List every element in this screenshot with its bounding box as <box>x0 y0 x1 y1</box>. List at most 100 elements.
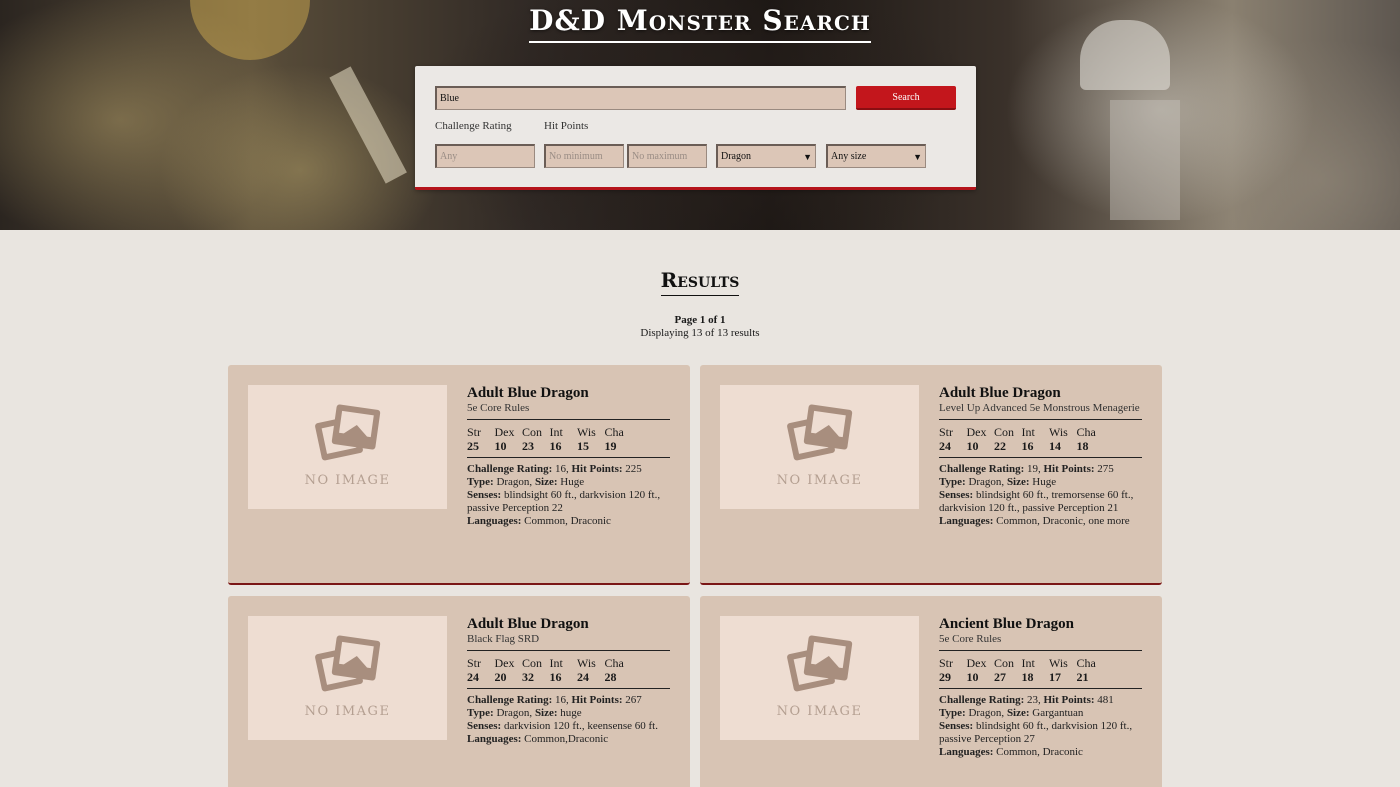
senses-label: Senses: <box>939 720 974 732</box>
type-size-line: Type: Dragon, Size: huge <box>467 707 670 720</box>
type-selected-value: Dragon <box>721 151 751 162</box>
stat-name: Wis <box>577 425 596 439</box>
hp-label: Hit Points: <box>1043 463 1095 475</box>
hp-max-placeholder: No maximum <box>632 151 688 162</box>
stat-name: Cha <box>604 656 624 670</box>
stat-block: Int 16 <box>1022 425 1050 453</box>
divider <box>467 457 670 458</box>
monster-details: Challenge Rating: 19, Hit Points: 275 Typ… <box>939 463 1142 528</box>
hero-art-detail <box>1110 100 1180 220</box>
stat-value: 32 <box>522 670 534 684</box>
stat-value: 16 <box>549 670 562 684</box>
languages-label: Languages: <box>939 515 994 527</box>
monster-card[interactable]: NO IMAGE Adult Blue Dragon Level Up Advanc… <box>700 365 1162 585</box>
size-value: Huge <box>557 476 585 488</box>
languages-label: Languages: <box>467 733 522 745</box>
size-select[interactable]: Any size ▼ <box>826 144 926 168</box>
no-image-label: NO IMAGE <box>304 704 391 719</box>
monster-card[interactable]: NO IMAGE Adult Blue Dragon Black Flag SRD S… <box>228 596 690 787</box>
size-value: huge <box>557 707 582 719</box>
stat-value: 16 <box>1021 439 1034 453</box>
stat-name: Int <box>1021 425 1035 439</box>
stat-value: 10 <box>966 670 979 684</box>
monster-card[interactable]: NO IMAGE Adult Blue Dragon 5e Core Rules St… <box>228 365 690 585</box>
cr-hp-line: Challenge Rating: 23, Hit Points: 481 <box>939 694 1142 707</box>
stat-value: 20 <box>494 670 507 684</box>
size-value: Gargantuan <box>1029 707 1084 719</box>
stat-block: Dex 10 <box>967 656 995 684</box>
ability-scores: Str 24 Dex 10 Con 22 Int 16 Wis 14 Cha 18 <box>939 425 1142 453</box>
monster-details: Challenge Rating: 16, Hit Points: 267 Typ… <box>467 694 670 746</box>
monster-name[interactable]: Adult Blue Dragon <box>939 385 1142 402</box>
stat-block: Cha 28 <box>605 656 633 684</box>
monster-name[interactable]: Adult Blue Dragon <box>467 385 670 402</box>
type-label: Type: <box>467 476 494 488</box>
senses-label: Senses: <box>467 720 502 732</box>
hp-value: 481 <box>1094 694 1114 706</box>
stat-block: Str 29 <box>939 656 967 684</box>
senses-value: darkvision 120 ft., keensense 60 ft. <box>501 720 658 732</box>
languages-line: Languages: Common, Draconic <box>467 515 670 528</box>
stat-block: Cha 21 <box>1077 656 1105 684</box>
search-button[interactable]: Search <box>856 86 956 110</box>
stat-block: Wis 17 <box>1049 656 1077 684</box>
stat-name: Dex <box>966 656 987 670</box>
type-size-line: Type: Dragon, Size: Huge <box>939 476 1142 489</box>
stat-block: Str 25 <box>467 425 495 453</box>
stat-name: Str <box>939 656 954 670</box>
chevron-down-icon: ▼ <box>803 151 812 162</box>
no-image-placeholder: NO IMAGE <box>248 385 447 509</box>
stat-block: Str 24 <box>939 425 967 453</box>
stat-name: Cha <box>1076 425 1096 439</box>
cr-value: 23, <box>1024 694 1044 706</box>
languages-value: Common, Draconic, one more <box>993 515 1130 527</box>
senses-line: Senses: blindsight 60 ft., tremorsense 6… <box>939 489 1142 515</box>
no-image-label: NO IMAGE <box>776 704 863 719</box>
monster-name[interactable]: Ancient Blue Dragon <box>939 616 1142 633</box>
stat-block: Wis 15 <box>577 425 605 453</box>
languages-line: Languages: Common, Draconic, one more <box>939 515 1142 528</box>
languages-line: Languages: Common,Draconic <box>467 733 670 746</box>
no-image-placeholder: NO IMAGE <box>248 616 447 740</box>
stat-name: Dex <box>494 656 515 670</box>
monster-source: Black Flag SRD <box>467 633 540 645</box>
no-image-placeholder: NO IMAGE <box>720 616 919 740</box>
type-label: Type: <box>939 476 966 488</box>
stat-block: Int 16 <box>550 656 578 684</box>
search-input[interactable]: Blue <box>435 86 846 110</box>
hit-points-max-input[interactable]: No maximum <box>627 144 707 168</box>
stat-value: 23 <box>522 439 534 453</box>
monster-card[interactable]: NO IMAGE Ancient Blue Dragon 5e Core Rules… <box>700 596 1162 787</box>
stat-block: Cha 19 <box>605 425 633 453</box>
monster-details: Challenge Rating: 23, Hit Points: 481 Typ… <box>939 694 1142 759</box>
stat-value: 24 <box>939 439 951 453</box>
divider <box>939 688 1142 689</box>
stat-name: Str <box>467 425 482 439</box>
stat-value: 18 <box>1021 670 1034 684</box>
ability-scores: Str 25 Dex 10 Con 23 Int 16 Wis 15 Cha 19 <box>467 425 670 453</box>
divider <box>939 457 1142 458</box>
languages-line: Languages: Common, Draconic <box>939 746 1142 759</box>
senses-line: Senses: darkvision 120 ft., keensense 60… <box>467 720 670 733</box>
type-value: Dragon, <box>965 476 1007 488</box>
type-value: Dragon, <box>493 707 535 719</box>
languages-value: Common, Draconic <box>521 515 611 527</box>
divider <box>939 650 1142 651</box>
hit-points-min-input[interactable]: No minimum <box>544 144 624 168</box>
monster-details: Challenge Rating: 16, Hit Points: 225 Typ… <box>467 463 670 528</box>
size-selected-value: Any size <box>831 151 867 162</box>
stat-block: Str 24 <box>467 656 495 684</box>
type-select[interactable]: Dragon ▼ <box>716 144 816 168</box>
stat-block: Wis 24 <box>577 656 605 684</box>
monster-info: Adult Blue Dragon Level Up Advanced 5e Mo… <box>939 385 1142 528</box>
type-size-line: Type: Dragon, Size: Gargantuan <box>939 707 1142 720</box>
stat-block: Int 16 <box>550 425 578 453</box>
challenge-rating-input[interactable]: Any <box>435 144 535 168</box>
results-heading: Results <box>0 268 1400 296</box>
no-image-label: NO IMAGE <box>776 473 863 488</box>
stat-block: Con 32 <box>522 656 550 684</box>
stat-name: Con <box>522 656 543 670</box>
no-image-placeholder: NO IMAGE <box>720 385 919 509</box>
cr-label: Challenge Rating: <box>939 694 1025 706</box>
monster-name[interactable]: Adult Blue Dragon <box>467 616 670 633</box>
